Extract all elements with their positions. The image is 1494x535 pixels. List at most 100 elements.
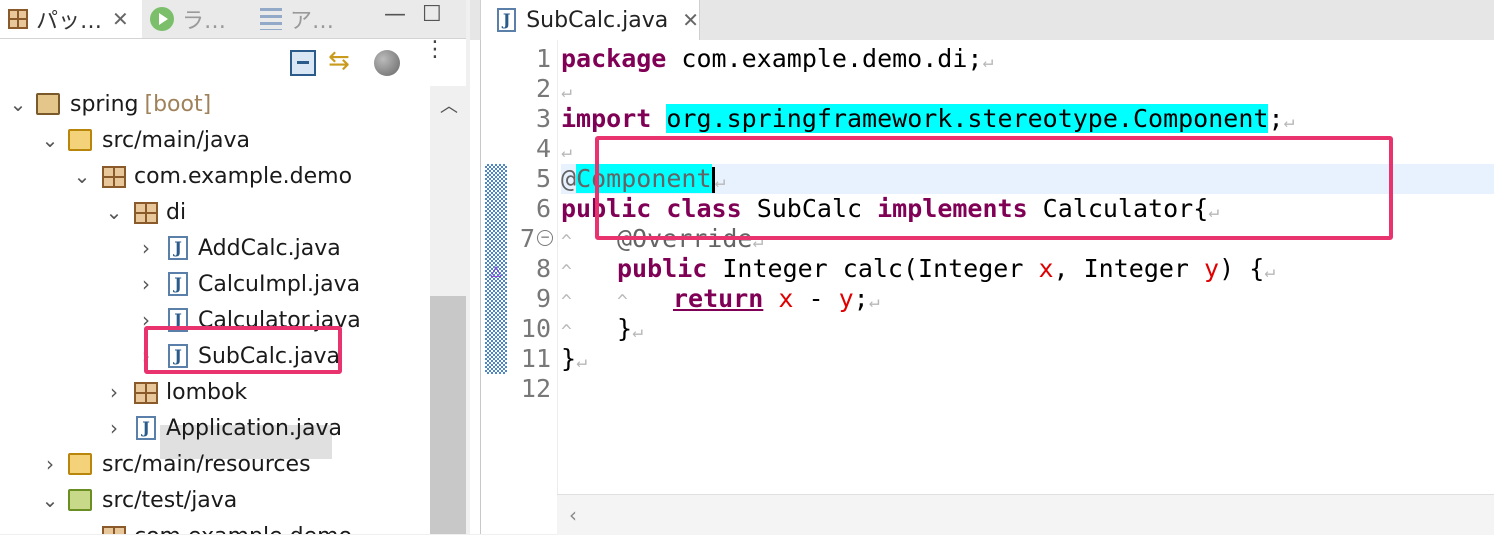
collapse-all-icon[interactable] <box>290 50 316 76</box>
java-file-icon: J <box>168 236 188 260</box>
tree-item-com-example-demo-test[interactable]: ⌄ com.example.demo <box>0 518 430 534</box>
filter-icon[interactable] <box>374 50 400 76</box>
chevron-down-icon[interactable]: ⌄ <box>40 128 60 152</box>
code-editor[interactable]: △ 1 2 3 4 5 6 7 8 9 10 11 12 − package c… <box>480 40 1494 535</box>
package-icon <box>102 526 126 534</box>
tree-item-label: com.example.demo <box>134 163 353 189</box>
line-number: 7 <box>519 224 535 253</box>
method-signature: Integer calc(Integer <box>707 254 1039 283</box>
line-number: 12 <box>520 374 551 403</box>
code-line-11: }↵ <box>561 344 587 374</box>
code-line-10: ^ }↵ <box>561 314 643 344</box>
tab-package-explorer[interactable]: パッ… ✕ <box>0 0 142 38</box>
tab-subcalc-java[interactable]: J SubCalc.java ✕ <box>480 0 700 40</box>
highlight-box-subcalc <box>144 326 342 374</box>
left-toolbar: ⇆ ⋮ <box>0 38 466 86</box>
highlight-box-import-annotation <box>595 136 1393 240</box>
run-icon <box>150 7 174 31</box>
line-end-mark: ↵ <box>561 81 572 102</box>
line-number: 2 <box>535 74 551 103</box>
tree-item-src-test-java[interactable]: ⌄ src/test/java <box>0 482 430 518</box>
chevron-down-icon[interactable]: ⌄ <box>72 524 92 534</box>
tree-item-di[interactable]: ⌄ di <box>0 194 430 230</box>
chevron-down-icon[interactable]: ⌄ <box>40 488 60 512</box>
line-end-mark: ↵ <box>576 351 587 372</box>
tree-item-spring-project[interactable]: ⌄ spring [boot] <box>0 86 430 122</box>
link-with-editor-icon[interactable]: ⇆ <box>328 48 354 74</box>
indent-mark: ^ <box>561 291 572 312</box>
editor-tab-bar: J SubCalc.java ✕ <box>470 0 1494 40</box>
tree-item-calcuimpl[interactable]: › J CalcuImpl.java <box>0 266 430 302</box>
chevron-down-icon[interactable]: ⌄ <box>104 200 124 224</box>
scrollbar-thumb[interactable] <box>430 296 466 534</box>
override-triangle-icon[interactable]: △ <box>485 264 507 278</box>
java-file-icon: J <box>497 8 517 32</box>
package-icon <box>134 202 158 224</box>
tab-outline-label: ア… <box>290 9 335 34</box>
chevron-right-icon[interactable]: › <box>104 416 124 440</box>
outline-icon <box>260 8 282 30</box>
chevron-up-icon[interactable]: ︿ <box>440 92 458 118</box>
code-area[interactable]: package com.example.demo.di;↵ ↵ import o… <box>561 40 1494 494</box>
tree-item-application[interactable]: › J Application.java <box>0 410 430 446</box>
line-end-mark: ↵ <box>1264 261 1276 282</box>
fold-collapse-icon[interactable]: − <box>537 230 553 246</box>
tree-item-label: src/main/resources <box>102 451 311 477</box>
code-line-9: ^ ^ return x - y;↵ <box>561 284 880 314</box>
semicolon: ; <box>1268 104 1284 133</box>
line-end-mark: ↵ <box>982 51 994 72</box>
chevron-right-icon[interactable]: › <box>104 380 124 404</box>
close-icon[interactable]: ✕ <box>112 7 129 31</box>
keyword-package: package <box>561 44 667 73</box>
tree-item-label: spring <box>70 91 139 117</box>
annotation-at: @ <box>561 164 577 193</box>
line-end-mark: ↵ <box>1283 111 1295 132</box>
tree-item-label: di <box>166 199 187 225</box>
tree-item-label: CalcuImpl.java <box>198 271 361 297</box>
param-x: x <box>778 284 794 313</box>
chevron-down-icon[interactable]: ⌄ <box>72 164 92 188</box>
code-line-2: ↵ <box>561 74 572 104</box>
close-icon[interactable]: ✕ <box>682 8 699 32</box>
semicolon: ; <box>853 284 869 313</box>
method-signature: ) { <box>1219 254 1265 283</box>
tree-item-label: src/test/java <box>102 487 238 513</box>
minimize-icon[interactable]: — <box>384 2 406 27</box>
tab-run[interactable]: ラ… <box>150 0 226 38</box>
chevron-right-icon[interactable]: › <box>40 452 60 476</box>
tree-vertical-scrollbar[interactable]: ︿ <box>430 86 466 534</box>
chevron-down-icon[interactable]: ⌄ <box>8 92 28 116</box>
code-line-4: ↵ <box>561 134 572 164</box>
line-number: 1 <box>535 44 551 73</box>
maximize-icon[interactable]: ☐ <box>422 2 442 27</box>
tab-run-label: ラ… <box>182 9 227 34</box>
package-name: com.example.demo.di; <box>666 44 983 73</box>
line-number: 4 <box>535 134 551 163</box>
editor-horizontal-scrollbar[interactable]: ‹ <box>557 494 1494 535</box>
tree-item-src-main-java[interactable]: ⌄ src/main/java <box>0 122 430 158</box>
line-end-mark: ↵ <box>632 321 643 342</box>
package-icon <box>102 166 126 188</box>
chevron-right-icon[interactable]: › <box>136 272 156 296</box>
tab-outline[interactable]: ア… <box>260 0 334 38</box>
chevron-right-icon[interactable]: › <box>136 236 156 260</box>
line-number: 11 <box>520 344 551 373</box>
keyword-import: import <box>561 104 652 133</box>
package-explorer-icon <box>8 9 28 29</box>
indent-mark: ^ <box>561 231 572 252</box>
tree-item-com-example-demo[interactable]: ⌄ com.example.demo <box>0 158 430 194</box>
tree-item-src-main-resources[interactable]: › src/main/resources <box>0 446 430 482</box>
annotation-ruler: △ <box>481 40 510 494</box>
view-menu-icon[interactable]: ⋮ <box>424 39 446 72</box>
indent-mark: ^ <box>617 291 628 312</box>
chevron-left-icon[interactable]: ‹ <box>569 503 577 527</box>
line-number: 3 <box>535 104 551 133</box>
tree-item-lombok[interactable]: › lombok <box>0 374 430 410</box>
line-end-mark: ↵ <box>868 291 880 312</box>
line-number: 8 <box>535 254 551 283</box>
line-number: 10 <box>520 314 551 343</box>
test-source-folder-icon <box>68 489 92 511</box>
project-tree: ⌄ spring [boot] ⌄ src/main/java ⌄ com.exa… <box>0 86 430 534</box>
tree-item-addcalc[interactable]: › J AddCalc.java <box>0 230 430 266</box>
code-line-3: import org.springframework.stereotype.Co… <box>561 104 1294 134</box>
